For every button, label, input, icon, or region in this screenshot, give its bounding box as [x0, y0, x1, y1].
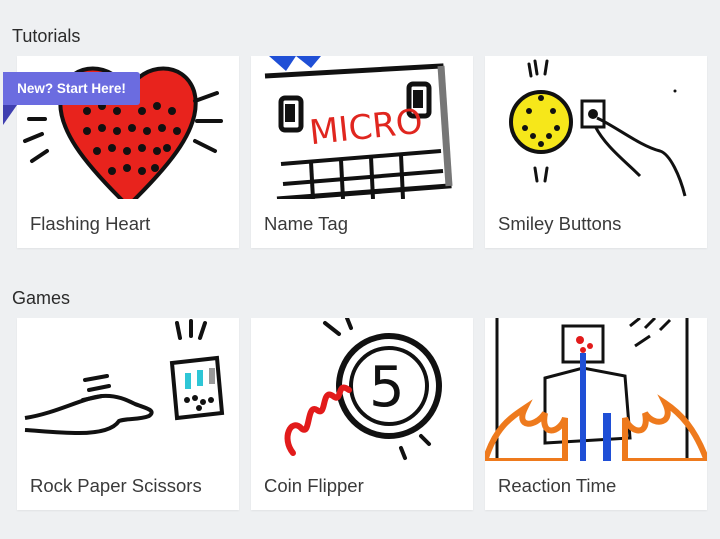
name-tag-icon: MICRO	[251, 56, 473, 199]
smiley-button-icon	[485, 56, 707, 199]
reaction-time-icon	[485, 318, 707, 461]
card-label: Flashing Heart	[30, 213, 151, 234]
coin-icon: 5	[251, 318, 473, 461]
badge-fold	[3, 105, 17, 125]
card-reaction-time[interactable]: Reaction Time	[485, 318, 707, 510]
section-title-games: Games	[12, 287, 71, 308]
card-smiley-buttons[interactable]: Smiley Buttons	[485, 56, 707, 248]
section-title-tutorials: Tutorials	[12, 25, 81, 46]
new-start-here-badge[interactable]: New? Start Here!	[3, 72, 140, 105]
card-coin-flipper[interactable]: 5 Coin Flipper	[251, 318, 473, 510]
card-label: Coin Flipper	[264, 475, 364, 496]
card-label: Name Tag	[264, 213, 348, 234]
card-label: Rock Paper Scissors	[30, 475, 202, 496]
name-tag-text: MICRO	[307, 102, 424, 154]
card-label: Smiley Buttons	[498, 213, 622, 234]
card-rock-paper-scissors[interactable]: Rock Paper Scissors	[17, 318, 239, 510]
hand-gesture-icon	[17, 318, 239, 461]
card-name-tag[interactable]: MICRO Name Tag	[251, 56, 473, 248]
card-label: Reaction Time	[498, 475, 617, 496]
coin-face-text: 5	[369, 355, 405, 420]
